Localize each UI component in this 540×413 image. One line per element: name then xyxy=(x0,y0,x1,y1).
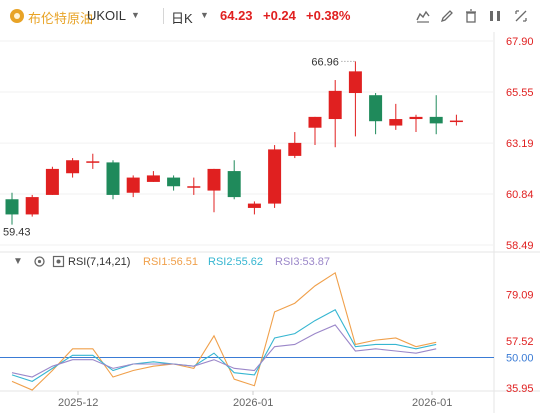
collapse-icon[interactable]: ▼ xyxy=(13,256,23,267)
candle-body xyxy=(429,116,443,124)
visibility-icon[interactable] xyxy=(52,255,65,271)
candle-body xyxy=(86,161,100,163)
candle-body xyxy=(288,142,302,156)
rsi-tick-label: 50.00 xyxy=(506,352,534,364)
rsi-tick-label: 79.09 xyxy=(506,289,534,301)
rsi-tick-label: 35.95 xyxy=(506,383,534,395)
rsi-tick-label: 57.52 xyxy=(506,336,534,348)
candle-body xyxy=(348,71,362,94)
rsi1-label: RSI1:56.51 xyxy=(143,256,199,268)
candle-body xyxy=(5,199,19,215)
candlestick-chart: 67.90 65.55 63.19 60.84 58.49 66.96 59.43 79.09… xyxy=(0,32,540,413)
rsi3-label: RSI3:53.87 xyxy=(275,256,331,268)
time-axis-label: 2025-12 xyxy=(58,397,98,409)
time-axis-label: 2026-01 xyxy=(412,397,452,409)
high-price-label: 66.96 xyxy=(311,56,339,68)
low-price-label: 59.43 xyxy=(3,227,31,239)
candle-body xyxy=(227,171,241,198)
candle-body xyxy=(25,197,39,215)
price-tick-label: 67.90 xyxy=(506,36,534,48)
rsi-series-line-3 xyxy=(11,324,437,378)
candle-body xyxy=(167,177,181,187)
price-tick-label: 58.49 xyxy=(506,240,534,252)
candle-body xyxy=(389,119,403,126)
candle-body xyxy=(106,162,120,195)
price-tick-label: 63.19 xyxy=(506,138,534,150)
indicator-name[interactable]: RSI(7,14,21) xyxy=(68,256,130,268)
candle-body xyxy=(126,177,140,193)
candle-body xyxy=(369,95,383,122)
price-tick-label: 65.55 xyxy=(506,87,534,99)
candle-body xyxy=(409,116,423,120)
candle-body xyxy=(449,120,463,123)
time-axis-label: 2026-01 xyxy=(233,397,273,409)
candle-body xyxy=(45,168,59,195)
candle-body xyxy=(268,149,282,204)
settings-icon[interactable] xyxy=(33,255,46,271)
candle-body xyxy=(247,203,261,208)
candle-body xyxy=(207,168,221,191)
price-tick-label: 60.84 xyxy=(506,189,534,201)
rsi2-label: RSI2:55.62 xyxy=(208,256,264,268)
candle-body xyxy=(66,160,80,174)
rsi-series-line-2 xyxy=(11,308,437,382)
candle-body xyxy=(308,116,322,128)
candle-body xyxy=(328,90,342,120)
candle-body xyxy=(146,175,160,182)
candle-body xyxy=(187,186,201,188)
rsi-series-line-1 xyxy=(11,271,437,391)
